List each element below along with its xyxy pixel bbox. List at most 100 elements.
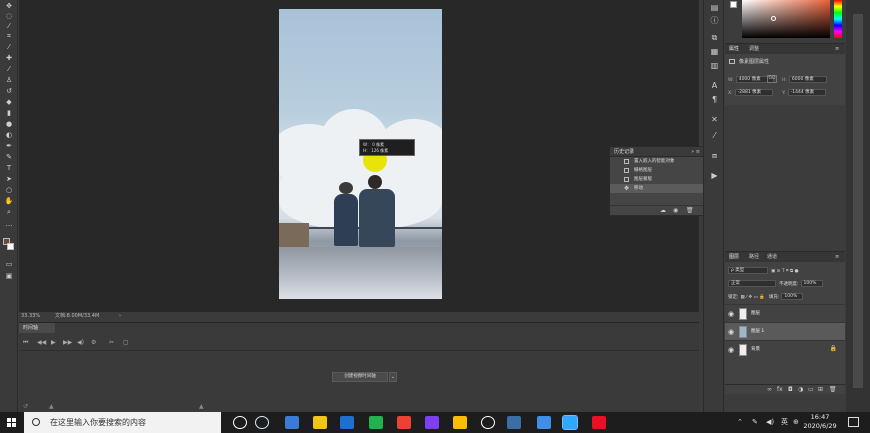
tab-paths[interactable]: 路径: [749, 252, 759, 262]
play-icon[interactable]: ▶: [51, 339, 56, 346]
layer-row-selected[interactable]: ◉ 图层 1: [725, 322, 845, 340]
mail-icon[interactable]: [285, 416, 299, 429]
new-layer-icon[interactable]: ⊞: [818, 386, 823, 393]
character-icon[interactable]: A: [708, 80, 721, 91]
hand-tool-icon[interactable]: ✋: [3, 197, 15, 206]
layer-filter[interactable]: ρ 类型 ▣ ⊘ T ⌗ ⧉ ●: [728, 267, 799, 274]
browser-icon[interactable]: [537, 416, 551, 429]
file-explorer-icon[interactable]: [313, 416, 327, 429]
link-layers-icon[interactable]: ∞: [767, 386, 772, 393]
tray-pen-icon[interactable]: ✎: [752, 412, 758, 433]
paragraph-icon[interactable]: ¶: [708, 94, 721, 105]
tab-properties[interactable]: 属性: [729, 44, 739, 54]
filter-dropdown[interactable]: ρ 类型: [728, 267, 768, 274]
channels-icon[interactable]: ▦: [708, 46, 721, 57]
scrollbar-thumb[interactable]: [853, 14, 863, 388]
move-tool-icon[interactable]: ✥: [3, 2, 15, 11]
info-icon[interactable]: ⓘ: [708, 15, 721, 26]
lock-icons[interactable]: ▦ ⁄ ✥ ▭ 🔒: [741, 295, 765, 300]
tab-adjustments[interactable]: 调整: [749, 44, 759, 54]
new-group-icon[interactable]: ▭: [808, 386, 814, 393]
x-input[interactable]: -2881 像素: [734, 89, 773, 96]
ime-mode-icon[interactable]: ⊕: [793, 412, 799, 433]
panel-menu-icon[interactable]: ≡: [835, 252, 839, 262]
visibility-eye-icon[interactable]: ◉: [728, 346, 734, 354]
path-select-tool-icon[interactable]: ➤: [3, 175, 15, 184]
taskbar-search-box[interactable]: 在这里输入你要搜索的内容: [24, 412, 221, 433]
height-field[interactable]: H: 6000 像素: [782, 76, 827, 83]
canvas-area[interactable]: W： 0 像素 H： 126 像素: [19, 0, 699, 318]
foreground-color-icon[interactable]: [727, 0, 739, 12]
history-menu-icon[interactable]: » ≡: [691, 147, 700, 157]
opacity-input[interactable]: 100%: [800, 280, 823, 287]
panel-menu-icon[interactable]: ≡: [835, 44, 839, 54]
right-scrollbar[interactable]: [846, 0, 870, 412]
healing-brush-tool-icon[interactable]: ✚: [3, 54, 15, 63]
new-document-icon[interactable]: ☁: [660, 207, 666, 214]
trash-icon[interactable]: 🗑: [686, 207, 694, 214]
audio-icon[interactable]: ◀): [77, 339, 84, 346]
photoshop-icon[interactable]: [562, 415, 578, 430]
first-frame-icon[interactable]: ⏮: [23, 339, 28, 347]
next-frame-icon[interactable]: ▶▶: [63, 339, 72, 346]
type-tool-icon[interactable]: T: [3, 164, 15, 173]
brush-settings-icon[interactable]: ⁄: [708, 130, 721, 141]
blur-tool-icon[interactable]: ●: [3, 120, 15, 129]
gradient-tool-icon[interactable]: ▮: [3, 109, 15, 118]
play-action-icon[interactable]: ▶: [708, 170, 721, 181]
onenote-icon[interactable]: [425, 416, 439, 429]
history-item-active[interactable]: ✥ 移动: [610, 184, 703, 193]
create-video-timeline-button[interactable]: 创建视频时间轴: [332, 372, 388, 382]
history-title[interactable]: 历史记录: [614, 149, 634, 155]
lasso-tool-icon[interactable]: ◌: [3, 12, 15, 21]
shape-tool-icon[interactable]: ○: [3, 186, 15, 195]
chrome-alt-icon[interactable]: [397, 416, 411, 429]
zoom-level[interactable]: 33.33%: [21, 312, 40, 321]
tab-channels[interactable]: 通道: [767, 252, 777, 262]
wechat-icon[interactable]: [369, 416, 383, 429]
create-timeline-dropdown-icon[interactable]: ⌄: [389, 372, 397, 382]
tab-layers[interactable]: 图层: [729, 252, 739, 262]
volume-icon[interactable]: ◀): [766, 412, 774, 433]
history-item[interactable]: 栅格图层: [610, 166, 703, 175]
adjustment-layer-icon[interactable]: ◑: [798, 386, 803, 393]
task-view-icon[interactable]: [233, 416, 247, 429]
color-swatches-icon[interactable]: [3, 238, 15, 250]
prev-frame-icon[interactable]: ◀◀: [37, 339, 46, 346]
system-clock[interactable]: 16:47 2020/6/29: [800, 413, 840, 431]
doc-info[interactable]: 文档:8.00M/33.4M: [55, 312, 99, 321]
zoom-tool-icon[interactable]: ⌕: [3, 208, 15, 217]
snapshot-icon[interactable]: ◉: [673, 207, 678, 214]
multitask-icon[interactable]: [255, 416, 269, 429]
add-mask-icon[interactable]: ◘: [788, 386, 793, 393]
notification-icon[interactable]: [848, 417, 859, 427]
start-button[interactable]: [0, 412, 24, 433]
layer-row[interactable]: ◉ 背景 🔒: [725, 340, 845, 358]
network-app-icon[interactable]: [507, 416, 521, 429]
record-icon[interactable]: [592, 416, 606, 429]
timeline-tab[interactable]: 时间轴: [19, 323, 55, 333]
ime-indicator[interactable]: 英: [781, 412, 788, 433]
history-panel-icon[interactable]: ▤: [708, 2, 721, 13]
dodge-tool-icon[interactable]: ◐: [3, 131, 15, 140]
x-field[interactable]: X: -2881 像素: [728, 89, 773, 96]
status-arrow-icon[interactable]: ›: [119, 312, 121, 321]
split-icon[interactable]: ✂: [109, 339, 114, 346]
more-tools-icon[interactable]: …: [3, 220, 15, 229]
fill-input[interactable]: 100%: [781, 293, 804, 300]
settings-icon[interactable]: ⚙: [91, 339, 96, 346]
history-item[interactable]: 置入嵌入的智能对象: [610, 157, 703, 166]
link-dimensions-icon[interactable]: GO: [767, 75, 777, 83]
swatches-icon[interactable]: ▥: [708, 60, 721, 71]
y-input[interactable]: -1444 像素: [787, 89, 826, 96]
pen-tool-icon[interactable]: ✒: [3, 142, 15, 151]
color-field[interactable]: [742, 0, 830, 38]
brush-tool-icon[interactable]: ⁄: [3, 65, 15, 74]
height-input[interactable]: 6000 像素: [788, 76, 827, 83]
transition-icon[interactable]: ▢: [123, 339, 129, 346]
hue-slider[interactable]: [834, 0, 842, 38]
tray-chevron-icon[interactable]: ⌃: [737, 412, 743, 433]
screen-mode-icon[interactable]: ▣: [3, 272, 15, 281]
chrome-icon[interactable]: [453, 416, 467, 429]
filter-icons[interactable]: ▣ ⊘ T ⌗ ⧉ ●: [771, 269, 799, 274]
